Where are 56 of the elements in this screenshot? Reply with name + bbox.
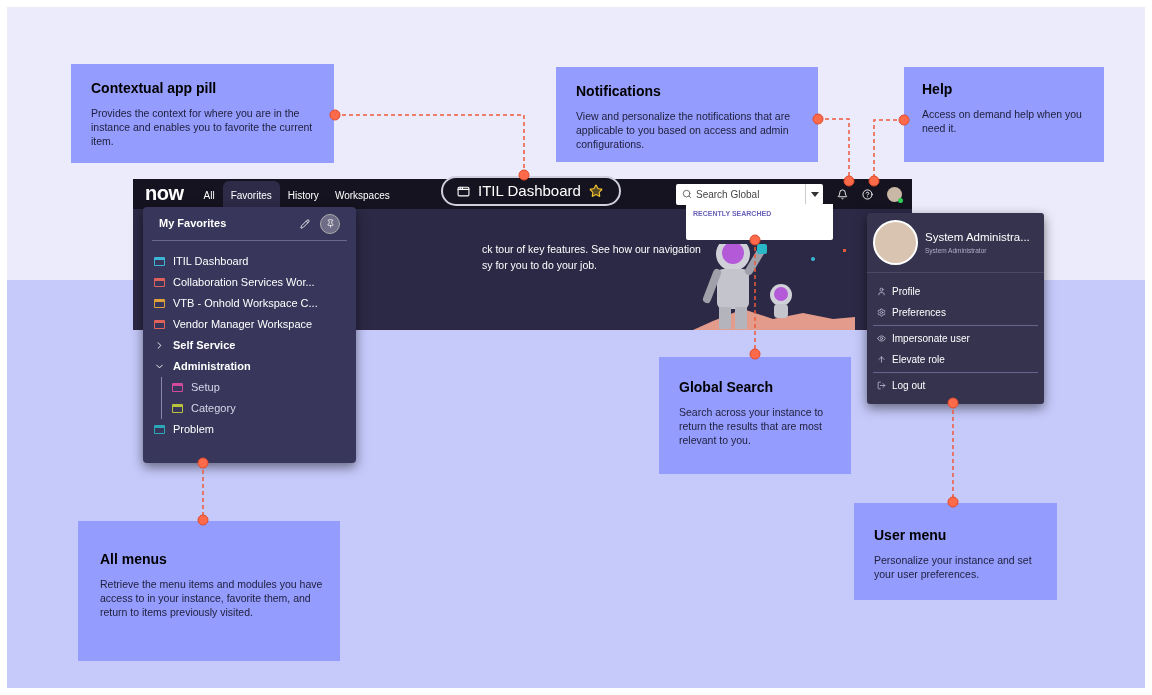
star-icon[interactable] bbox=[588, 184, 603, 198]
callout-title: Global Search bbox=[679, 379, 775, 397]
search-icon bbox=[682, 188, 692, 199]
avatar[interactable] bbox=[887, 186, 902, 202]
callout-text: Personalize your instance and set your user preferences. bbox=[874, 552, 1033, 581]
logo: now bbox=[145, 183, 184, 203]
caret-icon bbox=[810, 191, 819, 197]
callout-text: Retrieve the menu items and modules you have access to in your instance, favorite them, and return to items previously visited. bbox=[100, 576, 324, 619]
edit-icon[interactable] bbox=[300, 218, 310, 229]
callout-text: Provides the context for where you are in the instance and enables you to favorite the current item. bbox=[91, 105, 314, 148]
menu-item-icon bbox=[877, 287, 886, 296]
callout-title: User menu bbox=[874, 527, 948, 545]
user-menu-item[interactable]: Log out bbox=[873, 375, 1038, 396]
callout-title: Help bbox=[922, 81, 954, 99]
nav-tab[interactable]: Favorites bbox=[222, 181, 280, 209]
context-pill[interactable]: ITIL Dashboard bbox=[441, 176, 621, 206]
nav-tab[interactable]: Workspaces bbox=[326, 181, 398, 209]
user-menu-item[interactable]: Impersonate user bbox=[873, 328, 1038, 349]
user-menu-item[interactable]: Elevate role bbox=[873, 349, 1038, 370]
pin-button[interactable] bbox=[320, 213, 340, 234]
menu-item-icon bbox=[877, 308, 886, 317]
user-name: System Administra... bbox=[925, 230, 1030, 245]
callout-text: View and personalize the notifications that are applicable to you based on access and admin configurations. bbox=[576, 108, 792, 151]
menu-group[interactable]: Self Service bbox=[146, 335, 353, 356]
search-field[interactable]: Search Global bbox=[676, 183, 805, 205]
callout-title: All menus bbox=[100, 551, 168, 569]
callout-text: Access on demand help when you need it. bbox=[922, 106, 1083, 135]
menu-item[interactable]: Setup bbox=[168, 377, 353, 398]
menu-title: My Favorites bbox=[159, 216, 228, 232]
menu-item[interactable]: Vendor Manager Workspace bbox=[146, 314, 353, 335]
menu-group[interactable]: Administration bbox=[146, 356, 353, 377]
pill-title: ITIL Dashboard bbox=[478, 180, 581, 201]
notifications-icon[interactable] bbox=[837, 188, 848, 200]
callout-title: Notifications bbox=[576, 83, 662, 101]
connector-line bbox=[197, 457, 209, 526]
user-menu-item[interactable]: Profile bbox=[873, 281, 1038, 302]
menu-item[interactable]: Problem bbox=[146, 419, 353, 440]
menu-item-icon bbox=[877, 355, 886, 364]
help-icon[interactable] bbox=[862, 188, 873, 200]
user-menu-item[interactable]: Preferences bbox=[873, 302, 1038, 323]
banner-text: ck tour of key features. See how our navigation bbox=[482, 242, 702, 257]
pin-icon bbox=[325, 219, 335, 228]
avatar bbox=[873, 220, 918, 265]
menu-item-icon bbox=[877, 334, 886, 343]
menu-item[interactable]: VTB - Onhold Workspace C... bbox=[146, 293, 353, 314]
banner-text: sy for you to do your job. bbox=[482, 258, 598, 273]
callout-text: Search across your instance to return the results that are most relevant to you. bbox=[679, 404, 825, 447]
callout-title: Contextual app pill bbox=[91, 80, 218, 98]
menu-item[interactable]: Category bbox=[168, 398, 353, 419]
dropdown-button[interactable] bbox=[805, 183, 823, 205]
nav-tab[interactable]: All bbox=[195, 181, 223, 209]
menu-item[interactable]: ITIL Dashboard bbox=[146, 251, 353, 272]
menu-item[interactable]: Collaboration Services Wor... bbox=[146, 272, 353, 293]
window-icon bbox=[457, 184, 470, 198]
menu-item-icon bbox=[877, 381, 886, 390]
nav-tab[interactable]: History bbox=[279, 181, 327, 209]
